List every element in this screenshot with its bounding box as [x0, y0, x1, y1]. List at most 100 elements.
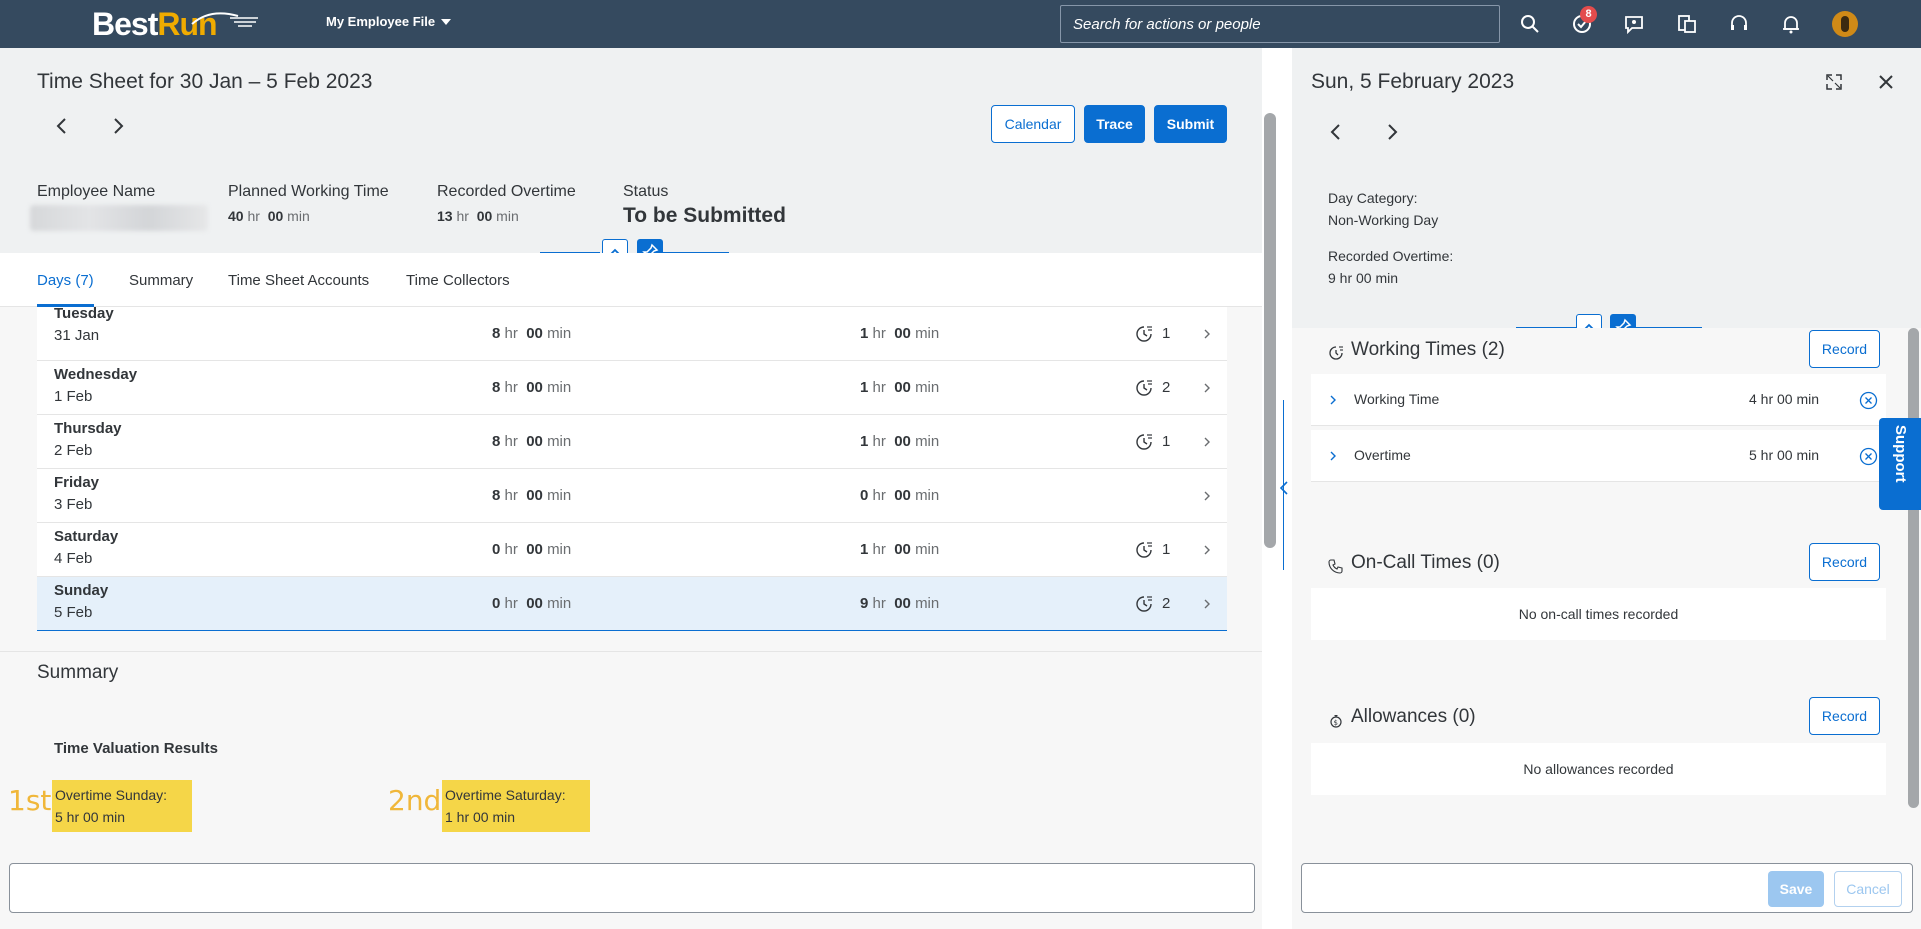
chevron-right-icon[interactable] — [1202, 542, 1212, 558]
tab-summary[interactable]: Summary — [129, 272, 193, 289]
row-date: 5 Feb — [54, 604, 93, 621]
table-row[interactable]: Friday 3 Feb 8 hr 00 min 0 hr 00 min — [37, 469, 1227, 523]
list-item[interactable]: Working Time 4 hr 00 min — [1311, 374, 1886, 426]
my-employee-file-menu[interactable]: My Employee File — [326, 14, 452, 29]
trace-button[interactable]: Trace — [1084, 105, 1145, 143]
avatar[interactable] — [1832, 11, 1858, 37]
previous-day-icon[interactable] — [1326, 122, 1346, 142]
allowances-title: Allowances (0) — [1351, 706, 1476, 727]
table-row-selected[interactable]: Sunday 5 Feb 0 hr 00 min 9 hr 00 min 2 — [37, 577, 1227, 631]
chevron-right-icon[interactable] — [1328, 392, 1338, 408]
record-working-time-button[interactable]: Record — [1809, 330, 1880, 368]
record-allowance-button[interactable]: Record — [1809, 697, 1880, 735]
status-label: Status — [623, 183, 669, 200]
table-row[interactable]: Thursday 2 Feb 8 hr 00 min 1 hr 00 min 1 — [37, 415, 1227, 469]
chevron-right-icon[interactable] — [1202, 326, 1212, 342]
on-call-empty-text: No on-call times recorded — [1311, 588, 1886, 640]
row-date: 31 Jan — [54, 327, 100, 344]
search-icon[interactable] — [1518, 12, 1542, 36]
close-icon[interactable] — [1876, 72, 1896, 92]
row-recorded-time: 1 hr 00 min — [860, 433, 940, 450]
day-category-label: Day Category: — [1328, 190, 1418, 206]
day-detail-title: Sun, 5 February 2023 — [1311, 70, 1515, 93]
employee-name-label: Employee Name — [37, 183, 156, 200]
footer-toolbar: Save Cancel — [1301, 863, 1913, 913]
search-placeholder: Search for actions or people — [1073, 16, 1261, 33]
submit-button[interactable]: Submit — [1154, 105, 1227, 143]
recorded-overtime-value: 13 hr 00 min — [437, 208, 519, 224]
row-date: 4 Feb — [54, 550, 93, 567]
planned-working-time-value: 40 hr 00 min — [228, 208, 310, 224]
overtime-saturday-result: Overtime Saturday: 1 hr 00 min — [442, 780, 590, 832]
recorded-overtime-label: Recorded Overtime — [437, 183, 576, 200]
row-entry-count: 1 — [1162, 433, 1171, 450]
logo-best-text: Best — [92, 5, 158, 42]
status-value: To be Submitted — [623, 204, 786, 227]
tab-days[interactable]: Days (7) — [37, 272, 94, 289]
row-date: 2 Feb — [54, 442, 93, 459]
page-title: Time Sheet for 30 Jan – 5 Feb 2023 — [37, 70, 373, 93]
timesheet-header: Time Sheet for 30 Jan – 5 Feb 2023 Calen… — [0, 48, 1262, 265]
employee-name-value — [30, 205, 208, 231]
row-planned-time: 8 hr 00 min — [492, 487, 572, 504]
delete-icon[interactable] — [1859, 391, 1878, 410]
chevron-right-icon[interactable] — [1202, 596, 1212, 612]
row-date: 3 Feb — [54, 496, 93, 513]
row-day: Friday — [54, 474, 100, 491]
cancel-button[interactable]: Cancel — [1834, 871, 1902, 907]
chevron-left-icon[interactable] — [1277, 478, 1291, 498]
list-item[interactable]: Overtime 5 hr 00 min — [1311, 430, 1886, 482]
chevron-right-icon[interactable] — [1202, 380, 1212, 396]
row-entry-count: 1 — [1162, 541, 1171, 558]
calendar-button[interactable]: Calendar — [991, 105, 1075, 143]
row-day: Saturday — [54, 528, 119, 545]
planned-working-time-label: Planned Working Time — [228, 183, 389, 200]
day-detail-header: Sun, 5 February 2023 Day Category: Non-W… — [1292, 48, 1921, 340]
on-call-icon — [1328, 559, 1343, 574]
row-day: Thursday — [54, 420, 122, 437]
org-chart-icon[interactable] — [1675, 12, 1699, 36]
next-week-icon[interactable] — [108, 116, 128, 136]
fullscreen-icon[interactable] — [1824, 72, 1844, 92]
support-tab[interactable]: Support — [1879, 418, 1921, 510]
chevron-right-icon[interactable] — [1328, 448, 1338, 464]
delete-icon[interactable] — [1859, 447, 1878, 466]
tab-time-collectors[interactable]: Time Collectors — [406, 272, 510, 289]
days-list: Tuesday 31 Jan 8 hr 00 min 1 hr 00 min 1… — [37, 305, 1227, 631]
headset-icon[interactable] — [1727, 12, 1751, 36]
bell-icon[interactable] — [1779, 12, 1803, 36]
notification-badge: 8 — [1580, 6, 1597, 23]
item-duration: 5 hr 00 min — [1749, 447, 1820, 463]
chevron-right-icon[interactable] — [1202, 434, 1212, 450]
tab-time-sheet-accounts[interactable]: Time Sheet Accounts — [228, 272, 369, 289]
record-on-call-button[interactable]: Record — [1809, 543, 1880, 581]
save-button[interactable]: Save — [1768, 871, 1824, 907]
timesheet-panel: Time Sheet for 30 Jan – 5 Feb 2023 Calen… — [0, 48, 1262, 929]
time-entries-icon — [1136, 542, 1152, 558]
on-call-times-title: On-Call Times (0) — [1351, 552, 1500, 573]
chevron-right-icon[interactable] — [1202, 488, 1212, 504]
previous-week-icon[interactable] — [52, 116, 72, 136]
row-date: 1 Feb — [54, 388, 93, 405]
recorded-overtime-value: 9 hr 00 min — [1328, 270, 1399, 286]
feedback-icon[interactable] — [1622, 12, 1646, 36]
row-planned-time: 8 hr 00 min — [492, 325, 572, 342]
item-label: Overtime — [1354, 447, 1411, 463]
footer-toolbar — [9, 863, 1255, 913]
support-label: Support — [1892, 425, 1909, 483]
table-row[interactable]: Tuesday 31 Jan 8 hr 00 min 1 hr 00 min 1 — [37, 305, 1227, 361]
scrollbar[interactable] — [1908, 328, 1919, 808]
scrollbar[interactable] — [1264, 113, 1276, 548]
search-input[interactable]: Search for actions or people — [1060, 5, 1500, 43]
table-row[interactable]: Saturday 4 Feb 0 hr 00 min 1 hr 00 min 1 — [37, 523, 1227, 577]
rank-second: 2nd — [388, 784, 442, 817]
logo-swoosh-icon — [191, 12, 258, 27]
shell-bar: Best Run My Employee File Search for acti… — [0, 0, 1921, 48]
working-times-title: Working Times (2) — [1351, 339, 1505, 360]
row-planned-time: 8 hr 00 min — [492, 433, 572, 450]
bestrun-logo[interactable]: Best Run — [92, 5, 258, 42]
next-day-icon[interactable] — [1382, 122, 1402, 142]
row-planned-time: 0 hr 00 min — [492, 595, 572, 612]
table-row[interactable]: Wednesday 1 Feb 8 hr 00 min 1 hr 00 min … — [37, 361, 1227, 415]
item-label: Working Time — [1354, 391, 1440, 407]
